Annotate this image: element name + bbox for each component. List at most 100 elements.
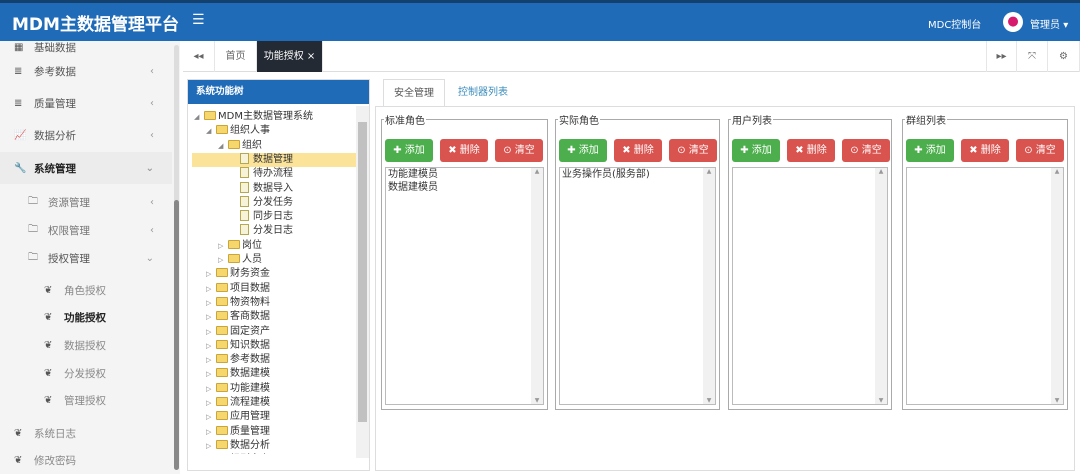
sidebar-item[interactable]: 🗀 授权管理 ⌄ (0, 242, 172, 274)
folder-icon (216, 296, 228, 306)
collapsed-toggle-icon[interactable]: ▷ (206, 425, 216, 439)
sidebar-item[interactable]: ≣ 质量管理 ‹ (0, 87, 172, 119)
clear-button[interactable]: ⊙ 清空 (1016, 139, 1064, 162)
delete-button[interactable]: ✖ 删除 (440, 139, 488, 162)
collapsed-toggle-icon[interactable]: ▷ (218, 253, 228, 267)
expanded-toggle-icon[interactable]: ◢ (194, 110, 204, 124)
tree-node[interactable]: ▷ 流程建模 (206, 396, 270, 410)
collapsed-toggle-icon[interactable]: ▷ (206, 310, 216, 324)
sidebar-item[interactable]: 🔧 系统管理 ⌄ (0, 152, 172, 184)
tree-node[interactable]: ▷ 固定资产 (206, 325, 270, 339)
listbox-scrollbar[interactable]: ▲ ▼ (875, 168, 887, 404)
tree-node[interactable]: ▷ 人员 (218, 253, 262, 267)
tab-home[interactable]: 首页 (215, 41, 257, 72)
scroll-right-button[interactable]: ▸▸ (986, 41, 1017, 72)
tab-function-auth[interactable]: 功能授权 × (257, 41, 323, 72)
tree-node[interactable]: 同步日志 (230, 210, 293, 224)
line-chart-icon: 📈 (14, 129, 27, 141)
tree-node[interactable]: ▷ 数据建模 (206, 367, 270, 381)
tree-node[interactable]: ▷ 客商数据 (206, 310, 270, 324)
tree-node[interactable]: ▷ 项目数据 (206, 282, 270, 296)
sidebar-item[interactable]: ❦ 修改密码 (0, 444, 172, 474)
sidebar-item[interactable]: ≣ 参考数据 ‹ (0, 55, 172, 87)
user-menu[interactable]: 管理员 ▾ (1030, 16, 1068, 31)
tree-node[interactable]: 分发日志 (230, 224, 293, 238)
clear-button[interactable]: ⊙ 清空 (495, 139, 543, 162)
tree-node[interactable]: ▷ 参考数据 (206, 353, 270, 367)
mdc-console-link[interactable]: MDC控制台 (928, 16, 981, 31)
sidebar-item[interactable]: 📈 数据分析 ‹ (0, 119, 172, 151)
group-title: 群组列表 (906, 116, 946, 127)
file-icon (240, 195, 249, 207)
tab-controllers[interactable]: 控制器列表 (447, 79, 519, 107)
avatar[interactable]: ● (1003, 12, 1023, 32)
tree-node[interactable]: ▷ 数据分析 (206, 439, 270, 453)
collapsed-toggle-icon[interactable]: ▷ (206, 267, 216, 281)
tree-node[interactable]: ▷ 功能建模 (206, 382, 270, 396)
tree-scroll-thumb[interactable] (358, 122, 367, 422)
collapsed-toggle-icon[interactable]: ▷ (206, 382, 216, 396)
tree-node[interactable]: ▷ 财务资金 (206, 267, 270, 281)
expanded-toggle-icon[interactable]: ◢ (206, 124, 216, 138)
delete-button[interactable]: ✖ 删除 (787, 139, 835, 162)
listbox-scrollbar[interactable]: ▲ ▼ (531, 168, 543, 404)
add-button[interactable]: ✚ 添加 (559, 139, 607, 162)
tree-node-label: 数据导入 (253, 182, 293, 194)
tree-node[interactable]: 数据管理 (192, 152, 356, 167)
collapsed-toggle-icon[interactable]: ▷ (218, 239, 228, 253)
tree-node[interactable]: ▷ 应用管理 (206, 410, 270, 424)
close-icon[interactable]: × (307, 51, 315, 62)
add-label: 添加 (578, 145, 599, 156)
sidebar: ▦ 基础数据 ≣ 参考数据 ‹ ≣ 质量管理 ‹ 📈 数据分析 ‹ 🔧 系统管理 ⌄ 🗀 资源管理 ‹ 🗀 权限管理… (0, 41, 180, 474)
member-listbox[interactable]: ▲ ▼ (732, 167, 888, 405)
collapsed-toggle-icon[interactable]: ▷ (206, 439, 216, 453)
tab-bar: ◂◂ 首页 功能授权 × ▸▸ ⤧ ⚙ (183, 41, 1080, 72)
tree-node[interactable]: 待办流程 (230, 167, 293, 181)
collapsed-toggle-icon[interactable]: ▷ (206, 367, 216, 381)
collapsed-toggle-icon[interactable]: ▷ (206, 282, 216, 296)
add-label: 添加 (751, 145, 772, 156)
hamburger-icon[interactable]: ☰ (192, 12, 205, 28)
tree-node[interactable]: 数据导入 (230, 181, 293, 196)
plus-icon: ✚ (914, 145, 923, 156)
tree-node[interactable]: 分发任务 (230, 195, 293, 210)
tree-node[interactable]: ▷规则定义 (206, 453, 270, 454)
add-button[interactable]: ✚ 添加 (385, 139, 433, 162)
collapsed-toggle-icon[interactable]: ▷ (206, 325, 216, 339)
collapsed-toggle-icon[interactable]: ▷ (206, 410, 216, 424)
collapsed-toggle-icon[interactable]: ▷ (206, 339, 216, 353)
delete-button[interactable]: ✖ 删除 (614, 139, 662, 162)
tab-security[interactable]: 安全管理 (383, 79, 445, 107)
collapsed-toggle-icon[interactable]: ▷ (206, 396, 216, 410)
expanded-toggle-icon[interactable]: ◢ (218, 139, 228, 153)
tree-node[interactable]: ▷ 知识数据 (206, 339, 270, 353)
fullscreen-icon[interactable]: ⤧ (1017, 41, 1048, 72)
gear-icon[interactable]: ⚙ (1048, 41, 1080, 72)
add-label: 添加 (925, 145, 946, 156)
collapsed-toggle-icon[interactable]: ▷ (206, 353, 216, 367)
clear-button[interactable]: ⊙ 清空 (842, 139, 890, 162)
tree-node[interactable]: ▷ 岗位 (218, 239, 262, 253)
collapsed-toggle-icon[interactable]: ▷ (206, 453, 216, 454)
list-item[interactable]: 功能建模员 (386, 168, 543, 181)
member-listbox[interactable]: 业务操作员(服务部) ▲ ▼ (559, 167, 716, 405)
sidebar-item[interactable]: ❦ 管理授权 (0, 384, 172, 416)
member-listbox[interactable]: 功能建模员 数据建模员 ▲ ▼ (385, 167, 544, 405)
tree-node[interactable]: ◢ MDM主数据管理系统 (194, 110, 313, 124)
tree-node[interactable]: ▷ 物资物料 (206, 296, 270, 310)
collapsed-toggle-icon[interactable]: ▷ (206, 296, 216, 310)
list-item[interactable]: 业务操作员(服务部) (560, 168, 715, 181)
delete-button[interactable]: ✖ 删除 (961, 139, 1009, 162)
list-item[interactable]: 数据建模员 (386, 181, 543, 194)
tree-node[interactable]: ▷ 质量管理 (206, 425, 270, 439)
listbox-scrollbar[interactable]: ▲ ▼ (1051, 168, 1063, 404)
sidebar-scroll-thumb[interactable] (174, 200, 179, 470)
listbox-scrollbar[interactable]: ▲ ▼ (703, 168, 715, 404)
tree-node[interactable]: ◢ 组织 (218, 139, 262, 153)
add-button[interactable]: ✚ 添加 (906, 139, 954, 162)
add-button[interactable]: ✚ 添加 (732, 139, 780, 162)
member-listbox[interactable]: ▲ ▼ (906, 167, 1064, 405)
scroll-left-button[interactable]: ◂◂ (183, 41, 215, 72)
tree-node[interactable]: ◢ 组织人事 (206, 124, 270, 138)
clear-button[interactable]: ⊙ 清空 (669, 139, 717, 162)
